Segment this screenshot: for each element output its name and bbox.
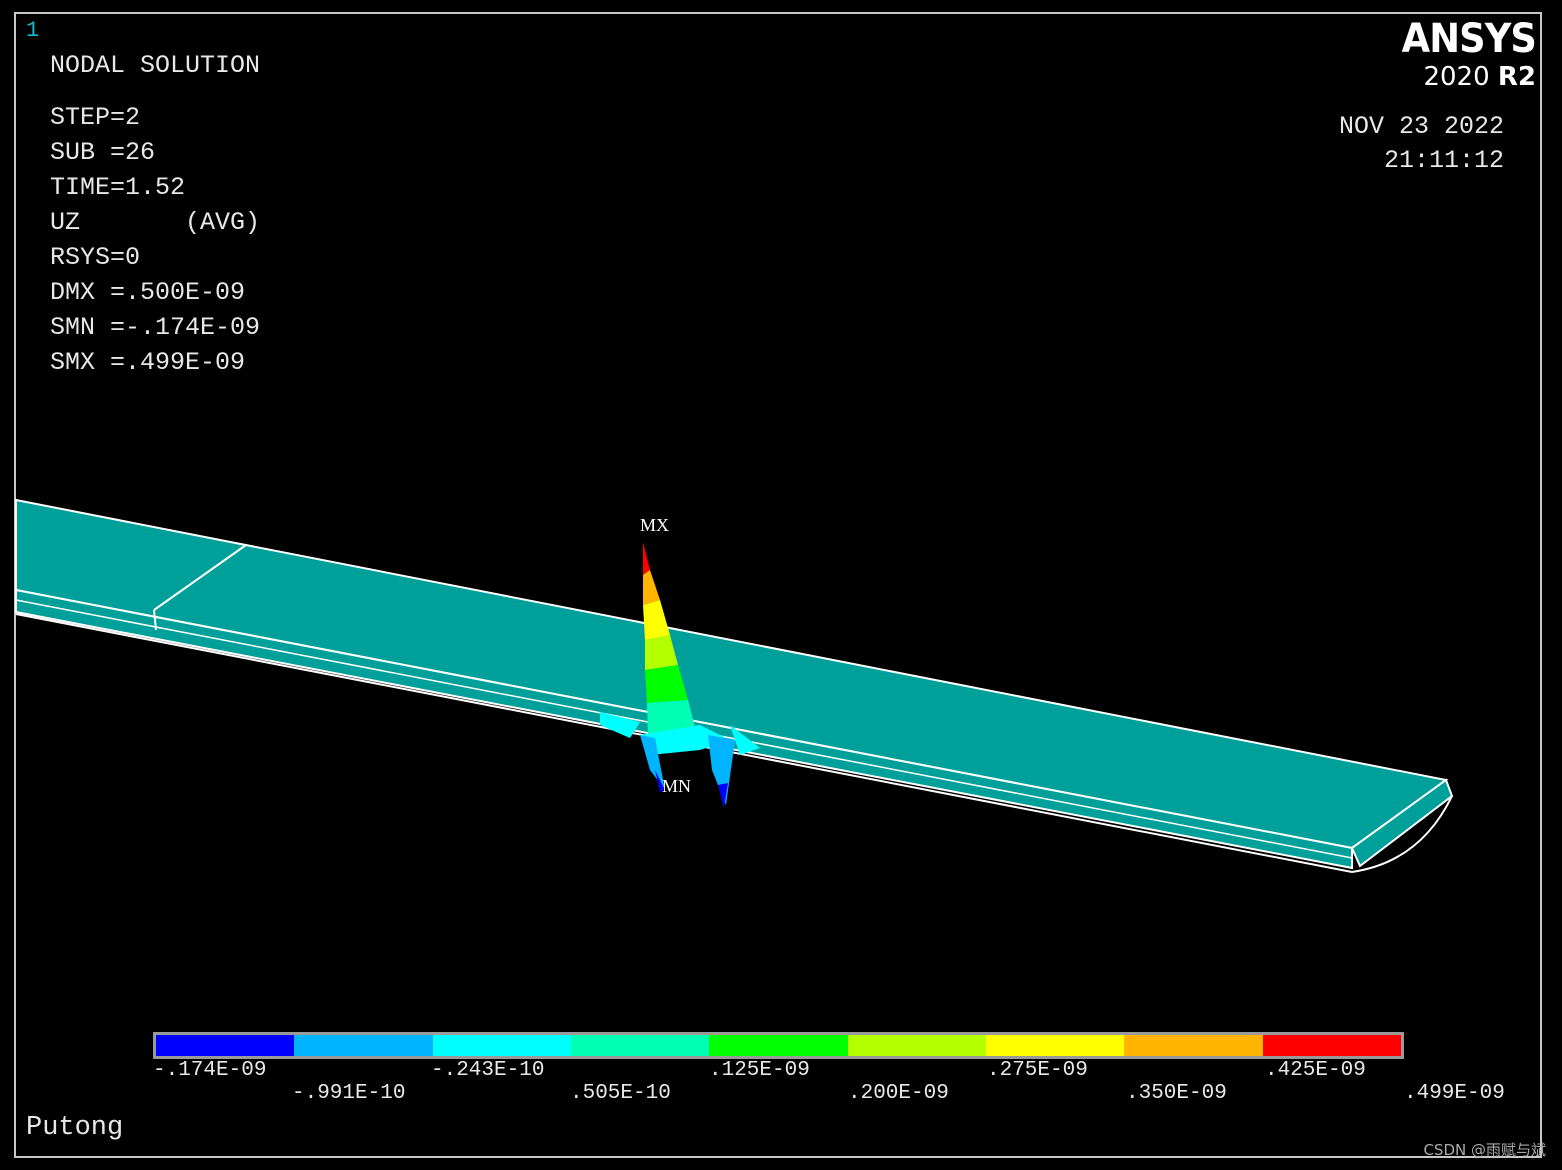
- legend-label-top: .125E-09: [709, 1059, 810, 1082]
- contour-legend-bar: [153, 1032, 1404, 1059]
- legend-label-top: -.243E-10: [431, 1059, 545, 1082]
- legend-label-bottom: .505E-10: [570, 1082, 671, 1105]
- legend-label-top: -.174E-09: [153, 1059, 267, 1082]
- legend-label-bottom: .499E-09: [1404, 1082, 1505, 1105]
- min-marker: MN: [662, 776, 691, 796]
- spike-band-yellow: [643, 600, 670, 640]
- spike-band-red: [643, 542, 650, 575]
- max-marker: MX: [640, 515, 669, 535]
- beam-top-face: [15, 498, 1449, 850]
- legend-swatch-7: [1124, 1035, 1263, 1056]
- legend-swatch-5: [847, 1035, 986, 1056]
- legend-swatch-0: [156, 1035, 295, 1056]
- legend-swatch-2: [432, 1035, 571, 1056]
- legend-swatch-1: [294, 1035, 433, 1056]
- legend-label-top: .275E-09: [987, 1059, 1088, 1082]
- legend-label-bottom: .350E-09: [1126, 1082, 1227, 1105]
- legend-swatch-3: [570, 1035, 710, 1056]
- spike-band-orange: [643, 570, 660, 605]
- plot-footer-title: Putong: [26, 1113, 124, 1143]
- legend-label-top: .425E-09: [1265, 1059, 1366, 1082]
- legend-label-bottom: -.991E-10: [292, 1082, 406, 1105]
- model-viewport[interactable]: MX MN: [0, 0, 1562, 1170]
- legend-label-bottom: .200E-09: [848, 1082, 949, 1105]
- watermark: CSDN @雨赋与斌: [1423, 1141, 1546, 1159]
- legend-swatch-6: [985, 1035, 1125, 1056]
- legend-swatch-8: [1262, 1035, 1401, 1056]
- legend-swatch-4: [709, 1035, 848, 1056]
